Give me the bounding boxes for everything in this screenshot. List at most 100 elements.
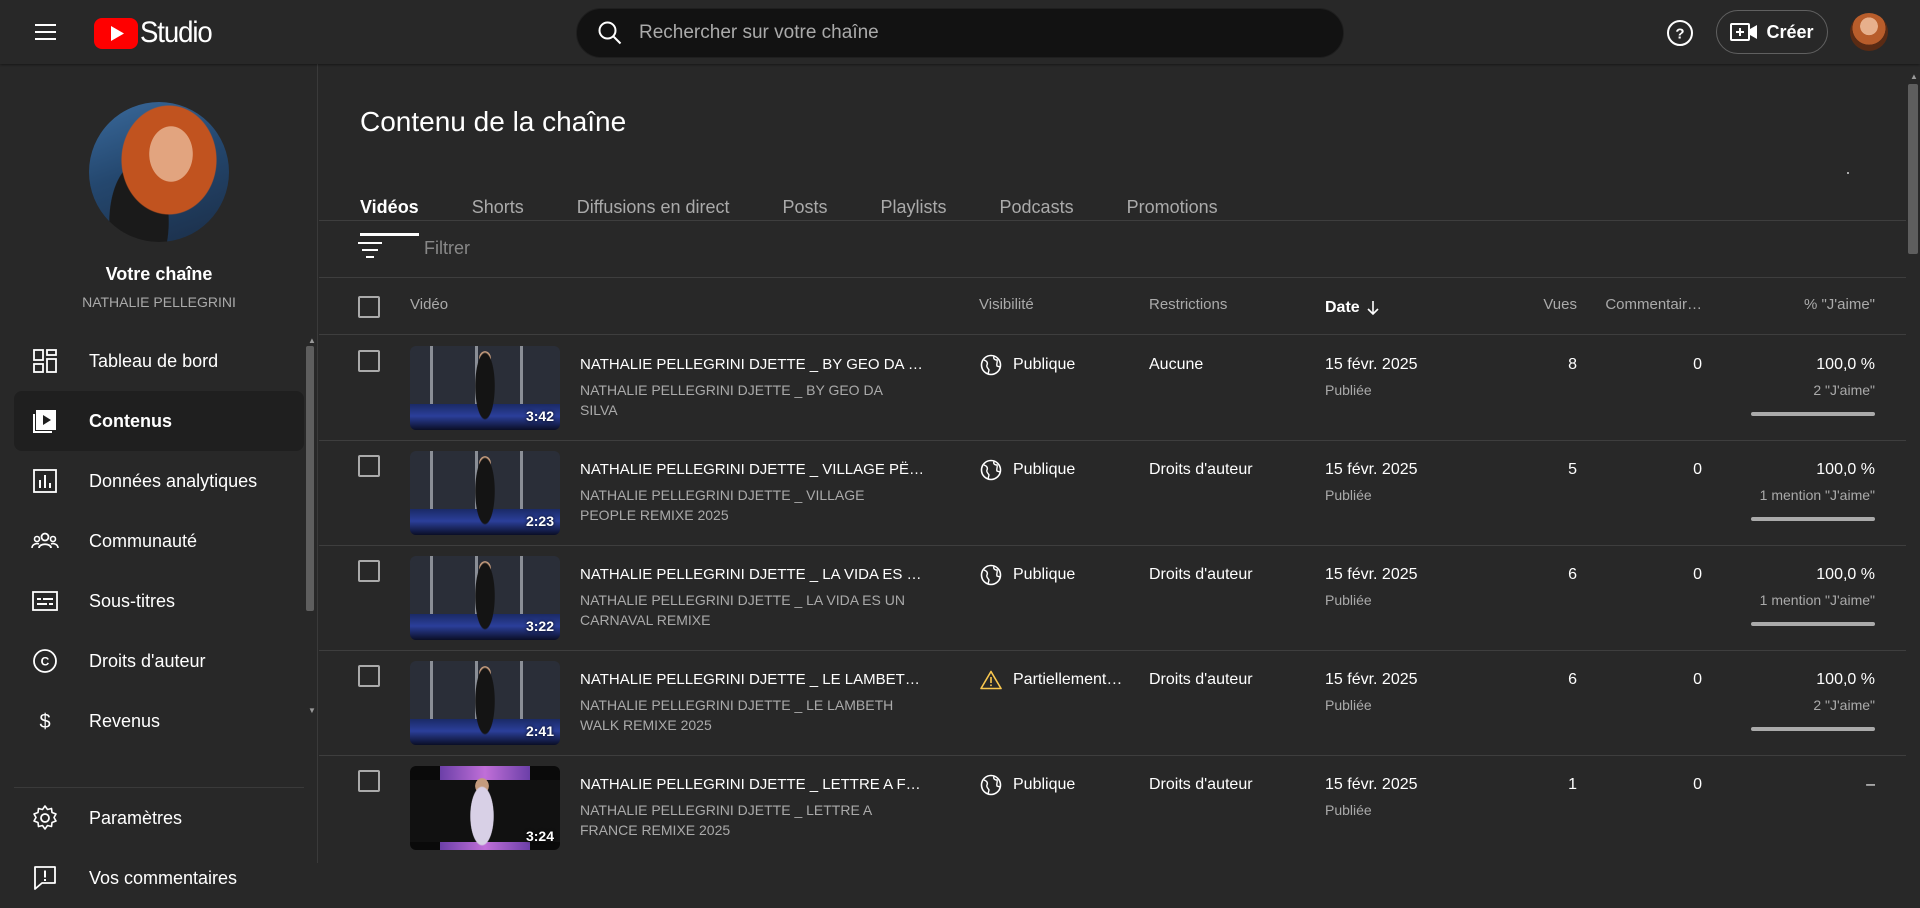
settings-icon	[30, 803, 60, 833]
visibility-cell[interactable]: Publique	[980, 459, 1075, 481]
column-likes[interactable]: % "J'aime"	[1804, 296, 1875, 313]
video-title[interactable]: NATHALIE PELLEGRINI DJETTE _ LA VIDA ES …	[580, 566, 940, 583]
video-title[interactable]: NATHALIE PELLEGRINI DJETTE _ LE LAMBET…	[580, 671, 940, 688]
studio-logo[interactable]: Studio	[94, 16, 218, 50]
feedback-icon	[30, 863, 60, 893]
sidebar-item-settings[interactable]: Paramètres	[14, 788, 304, 848]
sidebar-item-label: Sous-titres	[89, 590, 176, 611]
help-icon[interactable]: ?	[1666, 19, 1694, 47]
date-status: Publiée	[1325, 697, 1372, 713]
video-duration: 3:22	[525, 618, 554, 634]
sidebar: Votre chaîne NATHALIE PELLEGRINI Tableau…	[0, 64, 318, 890]
sidebar-item-community[interactable]: Communauté	[14, 511, 304, 571]
video-duration: 3:42	[525, 408, 554, 424]
create-label: Créer	[1766, 21, 1814, 42]
row-checkbox[interactable]	[358, 350, 380, 372]
row-checkbox[interactable]	[358, 455, 380, 477]
likes-ratio-bar	[1751, 727, 1875, 731]
sidebar-item-earn[interactable]: $ Revenus	[14, 691, 304, 751]
sidebar-nav: Tableau de bord Contenus Données analyti…	[0, 331, 306, 787]
sidebar-item-label: Données analytiques	[89, 470, 258, 491]
column-date[interactable]: Date	[1325, 299, 1380, 317]
video-thumbnail[interactable]: 2:23	[410, 451, 560, 535]
hamburger-menu-icon[interactable]	[30, 20, 64, 44]
row-checkbox[interactable]	[358, 770, 380, 792]
visibility-label: Publique	[1013, 776, 1076, 793]
visibility-cell[interactable]: Partiellement…	[980, 669, 1122, 691]
table-row[interactable]: 3:42 NATHALIE PELLEGRINI DJETTE _ BY GEO…	[319, 336, 1906, 441]
create-button[interactable]: Créer	[1716, 10, 1828, 54]
video-description: NATHALIE PELLEGRINI DJETTE _ VILLAGE PEO…	[580, 487, 865, 523]
analytics-icon	[30, 466, 60, 496]
visibility-label: Partiellement…	[1013, 671, 1123, 688]
video-title[interactable]: NATHALIE PELLEGRINI DJETTE _ LETTRE A F…	[580, 776, 940, 793]
date-cell: 15 févr. 2025	[1325, 461, 1418, 478]
svg-text:?: ?	[1675, 26, 1684, 43]
video-thumbnail[interactable]: 3:22	[410, 556, 560, 640]
visibility-cell[interactable]: Publique	[980, 564, 1075, 586]
globe-icon	[980, 774, 1002, 796]
sidebar-item-copyright[interactable]: C Droits d'auteur	[14, 631, 304, 691]
table-row[interactable]: 2:41 NATHALIE PELLEGRINI DJETTE _ LE LAM…	[319, 651, 1906, 756]
sidebar-item-label: Revenus	[89, 710, 161, 731]
svg-text:$: $	[39, 711, 50, 733]
column-views[interactable]: Vues	[1543, 296, 1577, 313]
likes-pct-cell: 100,0 %	[1816, 566, 1875, 583]
date-cell: 15 févr. 2025	[1325, 566, 1418, 583]
sidebar-scrollbar[interactable]	[306, 346, 314, 611]
select-all-checkbox[interactable]	[358, 296, 380, 318]
video-duration: 2:41	[525, 723, 554, 739]
date-cell: 15 févr. 2025	[1325, 356, 1418, 373]
sidebar-item-content[interactable]: Contenus	[14, 391, 304, 451]
visibility-cell[interactable]: Publique	[980, 774, 1075, 796]
column-restrictions[interactable]: Restrictions	[1149, 296, 1227, 313]
video-title[interactable]: NATHALIE PELLEGRINI DJETTE _ VILLAGE PË…	[580, 461, 940, 478]
search-box[interactable]	[576, 8, 1344, 58]
date-status: Publiée	[1325, 802, 1372, 818]
search-input[interactable]	[639, 22, 1279, 44]
table-row[interactable]: 3:22 NATHALIE PELLEGRINI DJETTE _ LA VID…	[319, 546, 1906, 651]
filter-icon[interactable]	[357, 240, 383, 260]
svg-text:C: C	[41, 655, 50, 669]
sidebar-item-subtitles[interactable]: Sous-titres	[14, 571, 304, 631]
create-video-icon	[1730, 23, 1758, 41]
date-status: Publiée	[1325, 487, 1372, 503]
filter-input[interactable]	[424, 238, 1024, 259]
views-cell: 6	[1568, 566, 1577, 583]
account-avatar[interactable]	[1850, 13, 1888, 51]
column-visibility[interactable]: Visibilité	[979, 296, 1034, 313]
earn-icon: $	[30, 706, 60, 736]
sidebar-scroll-up-icon[interactable]: ▲	[308, 336, 316, 345]
row-checkbox[interactable]	[358, 665, 380, 687]
channel-avatar[interactable]	[89, 102, 229, 242]
video-title[interactable]: NATHALIE PELLEGRINI DJETTE _ BY GEO DA …	[580, 356, 940, 373]
sidebar-bottom-nav: Paramètres Vos commentaires	[14, 787, 304, 908]
views-cell: 8	[1568, 356, 1577, 373]
row-checkbox[interactable]	[358, 560, 380, 582]
views-cell: 5	[1568, 461, 1577, 478]
restrictions-cell: Droits d'auteur	[1149, 566, 1253, 583]
restrictions-cell: Droits d'auteur	[1149, 671, 1253, 688]
table-row[interactable]: 2:23 NATHALIE PELLEGRINI DJETTE _ VILLAG…	[319, 441, 1906, 546]
sidebar-item-analytics[interactable]: Données analytiques	[14, 451, 304, 511]
restrictions-cell: Droits d'auteur	[1149, 461, 1253, 478]
sidebar-scroll-down-icon[interactable]: ▼	[308, 706, 316, 715]
column-comments[interactable]: Commentair…	[1605, 296, 1702, 313]
main-scroll-up-icon[interactable]: ▲	[1910, 72, 1918, 81]
warning-icon	[980, 670, 1002, 690]
community-icon	[30, 526, 60, 556]
video-thumbnail[interactable]: 3:42	[410, 346, 560, 430]
main-scrollbar[interactable]	[1908, 84, 1918, 254]
likes-ratio-bar	[1751, 412, 1875, 416]
sidebar-item-dashboard[interactable]: Tableau de bord	[14, 331, 304, 391]
likes-pct-cell: 100,0 %	[1816, 671, 1875, 688]
column-video[interactable]: Vidéo	[410, 296, 448, 313]
video-thumbnail[interactable]: 3:24	[410, 766, 560, 850]
sort-arrow-down-icon	[1367, 301, 1379, 316]
sidebar-item-feedback[interactable]: Vos commentaires	[14, 848, 304, 908]
table-row[interactable]: 3:24 NATHALIE PELLEGRINI DJETTE _ LETTRE…	[319, 756, 1906, 861]
visibility-cell[interactable]: Publique	[980, 354, 1075, 376]
video-thumbnail[interactable]: 2:41	[410, 661, 560, 745]
globe-icon	[980, 564, 1002, 586]
likes-pct-cell: 100,0 %	[1816, 461, 1875, 478]
